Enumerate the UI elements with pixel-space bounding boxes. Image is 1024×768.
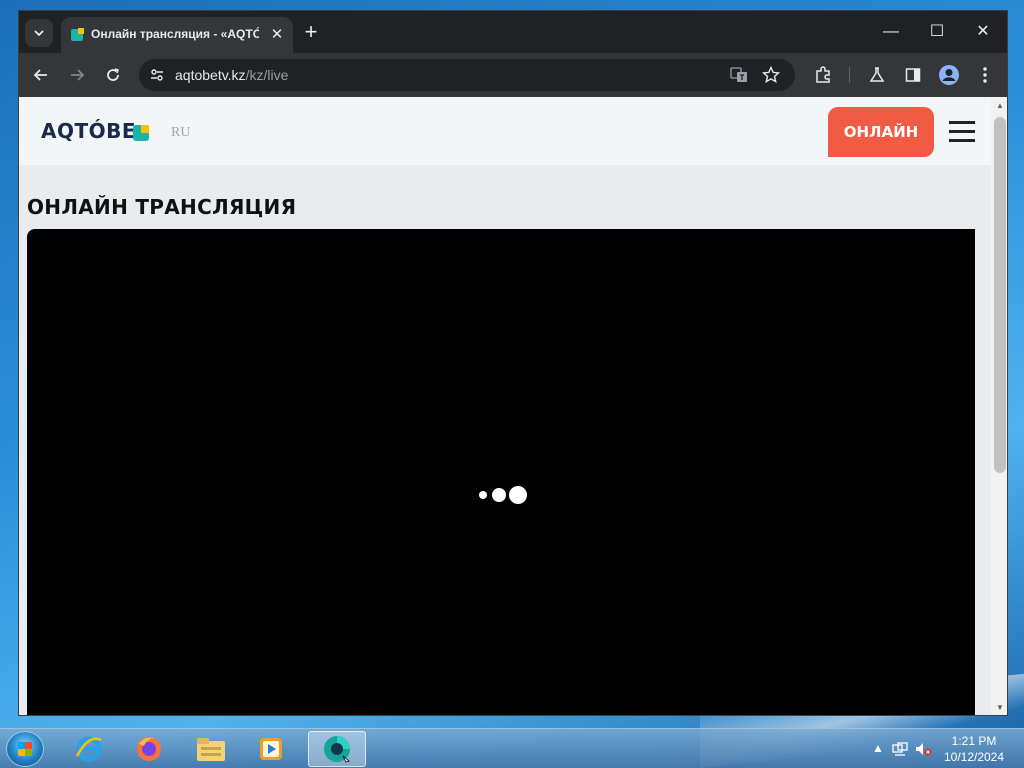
page-title: ОНЛАЙН ТРАНСЛЯЦИЯ <box>27 195 297 219</box>
scroll-thumb[interactable] <box>994 117 1006 473</box>
translate-icon[interactable] <box>727 63 751 87</box>
browser-toolbar: aqtobetv.kz/kz/live <box>19 53 1007 97</box>
side-panel-icon[interactable] <box>901 63 925 87</box>
chevron-down-icon <box>34 30 44 37</box>
labs-flask-icon[interactable] <box>865 63 889 87</box>
start-button[interactable] <box>6 731 44 767</box>
url-text: aqtobetv.kz/kz/live <box>175 67 288 83</box>
site-favicon-icon <box>71 28 84 41</box>
hamburger-line <box>949 121 975 124</box>
clock-time: 1:21 PM <box>951 734 997 748</box>
site-logo[interactable]: AQTÓBE <box>41 119 136 143</box>
toolbar-divider <box>849 67 850 83</box>
hamburger-menu-icon[interactable] <box>949 121 975 143</box>
tab-close-icon[interactable]: ✕ <box>267 25 287 45</box>
page-scrollbar[interactable]: ▲ ▼ <box>991 97 1007 715</box>
site-info-icon[interactable] <box>145 63 169 87</box>
logo-mark-icon <box>133 125 149 141</box>
forward-icon[interactable] <box>65 63 89 87</box>
taskbar: ▲ 1:21 PM 10/12/2024 <box>0 728 1024 768</box>
tab-search-button[interactable] <box>25 19 53 47</box>
site-header: AQTÓBE RU ОНЛАЙН <box>19 97 991 165</box>
browser-tab[interactable]: Онлайн трансляция - «AQTÓ( ✕ <box>61 17 293 53</box>
language-switch[interactable]: RU <box>171 125 190 141</box>
volume-muted-icon[interactable] <box>914 741 932 757</box>
network-icon[interactable] <box>892 741 908 757</box>
scroll-down-icon[interactable]: ▼ <box>995 703 1005 713</box>
minimize-button[interactable]: — <box>873 19 909 45</box>
tab-title: Онлайн трансляция - «AQTÓ( <box>91 27 259 41</box>
online-button[interactable]: ОНЛАЙН <box>828 107 934 157</box>
video-player[interactable] <box>27 229 975 715</box>
hamburger-line <box>949 130 975 133</box>
hamburger-line <box>949 139 975 142</box>
close-window-button[interactable]: ✕ <box>965 19 1001 45</box>
extensions-icon[interactable] <box>811 63 835 87</box>
title-bar: Онлайн трансляция - «AQTÓ( ✕ + — ☐ ✕ <box>19 11 1007 53</box>
show-hidden-icons-icon[interactable]: ▲ <box>870 741 886 757</box>
loader-dot <box>479 491 487 499</box>
menu-icon[interactable] <box>973 63 997 87</box>
media-player-icon[interactable] <box>242 731 300 767</box>
url-path: /kz/live <box>245 67 289 83</box>
firefox-icon[interactable] <box>120 731 178 767</box>
bookmark-star-icon[interactable] <box>759 63 783 87</box>
chrome-taskbar-button[interactable] <box>308 731 366 767</box>
clock-date: 10/12/2024 <box>943 750 1005 764</box>
page-viewport: AQTÓBE RU ОНЛАЙН ОНЛАЙН ТРАНСЛЯЦИЯ ▲ ▼ <box>19 97 1007 715</box>
new-tab-button[interactable]: + <box>299 21 323 45</box>
loading-spinner-icon <box>479 485 539 505</box>
address-bar[interactable]: aqtobetv.kz/kz/live <box>139 59 795 91</box>
profile-icon[interactable] <box>937 63 961 87</box>
url-domain: aqtobetv.kz <box>175 67 246 83</box>
chrome-icon <box>324 736 350 763</box>
loader-dot <box>509 486 527 504</box>
browser-window: Онлайн трансляция - «AQTÓ( ✕ + — ☐ ✕ aqt… <box>18 10 1008 716</box>
scroll-up-icon[interactable]: ▲ <box>995 101 1005 111</box>
loader-dot <box>492 488 506 502</box>
back-icon[interactable] <box>29 63 53 87</box>
reload-icon[interactable] <box>101 63 125 87</box>
maximize-button[interactable]: ☐ <box>919 19 955 45</box>
file-explorer-icon[interactable] <box>182 731 240 767</box>
system-clock[interactable]: 1:21 PM 10/12/2024 <box>938 733 1010 765</box>
internet-explorer-icon[interactable] <box>60 731 118 767</box>
